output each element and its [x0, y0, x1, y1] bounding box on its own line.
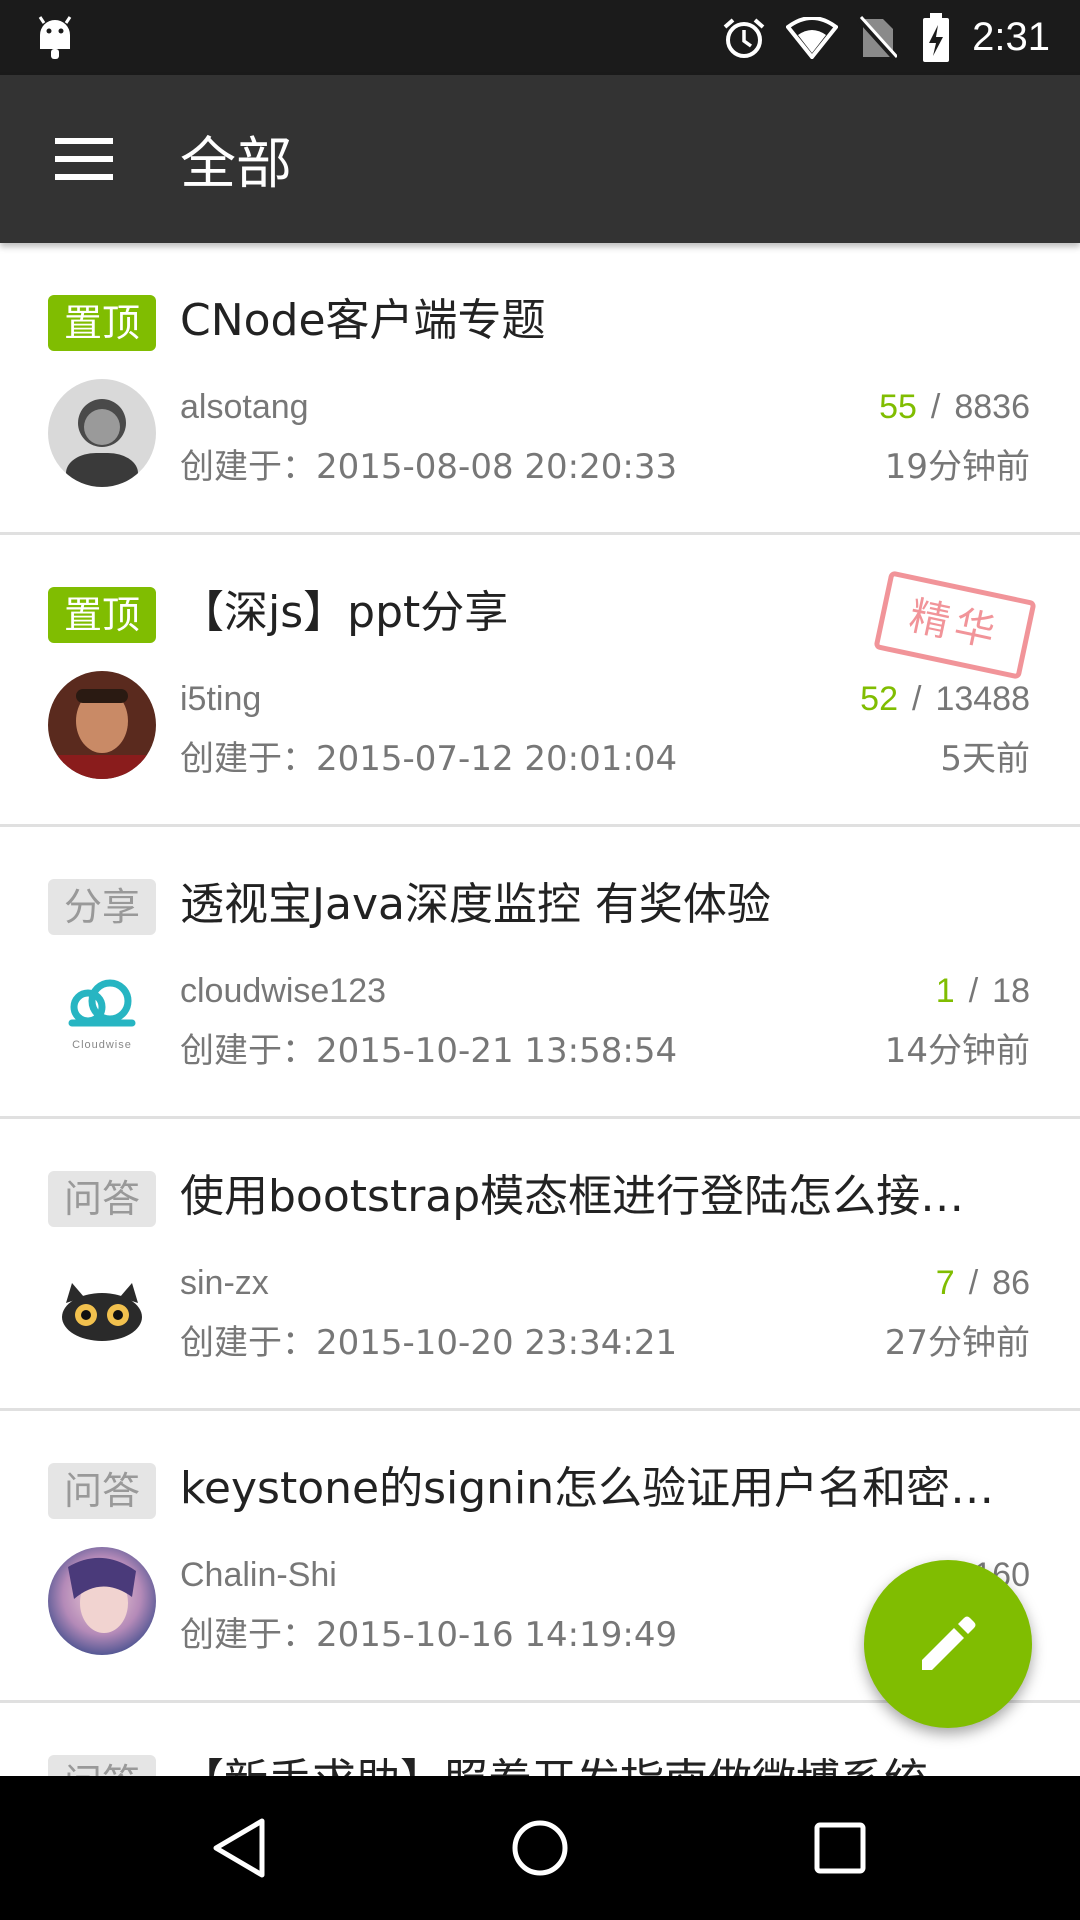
- topic-row[interactable]: 分享 透视宝Java深度监控 有奖体验 Cloudwise cloudwise1…: [0, 827, 1080, 1119]
- last-reply-time: 5天前: [940, 739, 1030, 779]
- home-button[interactable]: [460, 1776, 620, 1920]
- tab-badge: 分享: [48, 879, 156, 935]
- visit-count: 13488: [935, 680, 1030, 718]
- back-icon: [213, 1818, 265, 1878]
- count-separator: /: [912, 680, 922, 718]
- author-name: Chalin-Shi: [180, 1556, 337, 1594]
- back-button[interactable]: [160, 1776, 320, 1920]
- count-separator: /: [930, 388, 941, 426]
- avatar[interactable]: [48, 1255, 156, 1363]
- tab-badge: 问答: [48, 1171, 156, 1227]
- avatar[interactable]: [48, 671, 156, 779]
- battery-charging-icon: [916, 0, 956, 75]
- count-separator: /: [968, 1264, 979, 1302]
- visit-count: 86: [992, 1264, 1030, 1302]
- tab-badge: 置顶: [48, 587, 156, 643]
- count-separator: /: [968, 972, 979, 1010]
- topic-title: 透视宝Java深度监控 有奖体验: [180, 879, 771, 930]
- topic-row[interactable]: 置顶 【深js】ppt分享 精华 i5ting 创建于：2015-07-12 2…: [0, 535, 1080, 827]
- last-reply-time: 27分钟前: [884, 1323, 1030, 1363]
- status-time: 2:31: [972, 15, 1050, 59]
- author-name: sin-zx: [180, 1264, 269, 1302]
- last-reply-time: 19分钟前: [884, 447, 1030, 487]
- tab-badge: 置顶: [48, 295, 156, 351]
- reply-visit-count: 1 / 18: [936, 967, 1030, 1015]
- topic-row[interactable]: 置顶 CNode客户端专题 alsotang 创建于：2015-08-08 20…: [0, 243, 1080, 535]
- topic-title: keystone的signin怎么验证用户名和密…: [180, 1463, 995, 1514]
- recents-icon: [814, 1822, 866, 1874]
- no-sim-icon: [852, 0, 902, 75]
- visit-count: 18: [992, 972, 1030, 1010]
- last-reply-time: 14分钟前: [884, 1031, 1030, 1071]
- avatar[interactable]: [48, 1547, 156, 1655]
- avatar[interactable]: [48, 379, 156, 487]
- menu-button[interactable]: [40, 117, 128, 201]
- create-time: 创建于：2015-07-12 20:01:04: [180, 739, 678, 779]
- screen: 2:31 全部 置顶 CNode客户端专题 alsotang 创建于：2015-…: [0, 0, 1080, 1920]
- avatar[interactable]: Cloudwise: [48, 963, 156, 1071]
- visit-count: 8836: [954, 388, 1030, 426]
- topic-row[interactable]: 问答 使用bootstrap模态框进行登陆怎么接… sin-zx 创建于：201…: [0, 1119, 1080, 1411]
- reply-count: 1: [935, 972, 955, 1010]
- topic-title: CNode客户端专题: [180, 295, 546, 346]
- tab-badge: 问答: [48, 1755, 156, 1776]
- status-bar: 2:31: [0, 0, 1080, 75]
- create-time: 创建于：2015-08-08 20:20:33: [180, 447, 678, 487]
- topic-title: 使用bootstrap模态框进行登陆怎么接…: [180, 1171, 965, 1222]
- pencil-icon: [922, 1616, 976, 1670]
- author-name: cloudwise123: [180, 972, 387, 1010]
- topic-title: 【新手求助】照着开发指南做微博系统: [180, 1749, 1030, 1776]
- navigation-bar: [0, 1776, 1080, 1920]
- recents-button[interactable]: [760, 1776, 920, 1920]
- topic-list[interactable]: 置顶 CNode客户端专题 alsotang 创建于：2015-08-08 20…: [0, 243, 1080, 1776]
- create-time: 创建于：2015-10-20 23:34:21: [180, 1323, 678, 1363]
- author-name: alsotang: [180, 388, 309, 426]
- new-topic-button[interactable]: [864, 1560, 1032, 1728]
- reply-visit-count: 52 / 13488: [860, 675, 1030, 723]
- wifi-icon: [784, 0, 840, 75]
- app-bar: 全部: [0, 75, 1080, 243]
- create-time: 创建于：2015-10-16 14:19:49: [180, 1615, 678, 1655]
- author-name: i5ting: [180, 680, 262, 718]
- reply-count: 52: [860, 680, 898, 718]
- avatar-caption: Cloudwise: [72, 1039, 132, 1051]
- reply-visit-count: 7 / 86: [936, 1259, 1030, 1307]
- alarm-icon: [718, 0, 770, 75]
- create-time: 创建于：2015-10-21 13:58:54: [180, 1031, 678, 1071]
- page-title: 全部: [180, 131, 292, 197]
- cloud-logo-icon: [68, 979, 136, 1027]
- android-icon: [30, 0, 80, 75]
- reply-count: 55: [879, 388, 917, 426]
- reply-visit-count: 55 / 8836: [879, 383, 1030, 431]
- reply-count: 7: [935, 1264, 955, 1302]
- home-icon: [512, 1820, 568, 1876]
- cat-avatar-icon: [62, 1283, 142, 1341]
- menu-icon: [55, 138, 113, 180]
- tab-badge: 问答: [48, 1463, 156, 1519]
